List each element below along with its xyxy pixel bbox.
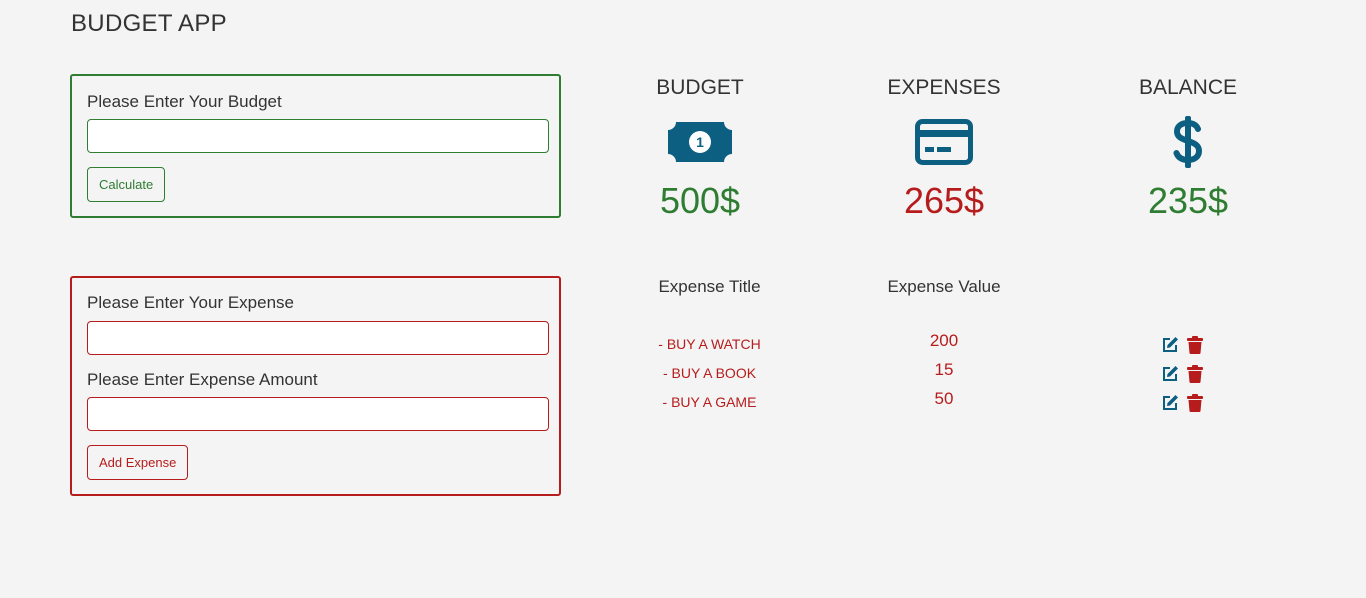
edit-icon[interactable] xyxy=(1161,336,1179,354)
budget-amount: 500$ xyxy=(659,180,741,221)
svg-text:1: 1 xyxy=(696,134,704,150)
trash-icon[interactable] xyxy=(1187,365,1203,383)
balance-amount: 235$ xyxy=(1147,180,1229,221)
budget-summary: BUDGET 1 500$ xyxy=(600,74,800,223)
balance-summary: BALANCE 235$ xyxy=(1088,74,1288,223)
expense-row-title: - BUY A BOOK xyxy=(662,365,757,381)
app-title: BUDGET APP xyxy=(71,10,227,37)
expense-row-value: 50 xyxy=(934,389,954,408)
dollar-sign-icon xyxy=(1088,116,1288,168)
edit-icon[interactable] xyxy=(1161,394,1179,412)
expense-title-label: Please Enter Your Expense xyxy=(87,293,294,312)
expense-form: Please Enter Your Expense Please Enter E… xyxy=(70,276,561,496)
calculate-button[interactable]: Calculate xyxy=(87,167,166,202)
expense-row: - BUY A WATCH 200 xyxy=(600,331,1300,357)
expenses-summary: EXPENSES 265$ xyxy=(844,74,1044,223)
budget-input[interactable] xyxy=(87,119,549,153)
expense-title-input[interactable] xyxy=(87,321,549,355)
add-expense-button[interactable]: Add Expense xyxy=(87,445,189,480)
expense-amount-input[interactable] xyxy=(87,397,549,431)
expense-row-title: - BUY A WATCH xyxy=(658,336,761,352)
expense-row-title: - BUY A GAME xyxy=(662,394,757,410)
trash-icon[interactable] xyxy=(1187,336,1203,354)
expenses-amount: 265$ xyxy=(903,180,985,221)
edit-icon[interactable] xyxy=(1161,365,1179,383)
expense-title-header: Expense Title xyxy=(658,277,761,296)
money-bill-icon: 1 xyxy=(600,118,800,166)
expense-row: - BUY A BOOK 15 xyxy=(600,360,1300,386)
expenses-summary-title: EXPENSES xyxy=(887,76,1001,99)
expense-row: - BUY A GAME 50 xyxy=(600,389,1300,415)
expense-amount-label: Please Enter Expense Amount xyxy=(87,370,318,389)
expense-row-value: 15 xyxy=(934,360,954,379)
expense-row-value: 200 xyxy=(929,331,959,350)
budget-form: Please Enter Your Budget Calculate xyxy=(70,74,561,218)
expense-value-header: Expense Value xyxy=(887,277,1001,296)
budget-summary-title: BUDGET xyxy=(656,76,744,99)
budget-input-label: Please Enter Your Budget xyxy=(87,92,282,111)
credit-card-icon xyxy=(844,118,1044,166)
balance-summary-title: BALANCE xyxy=(1138,76,1238,99)
trash-icon[interactable] xyxy=(1187,394,1203,412)
